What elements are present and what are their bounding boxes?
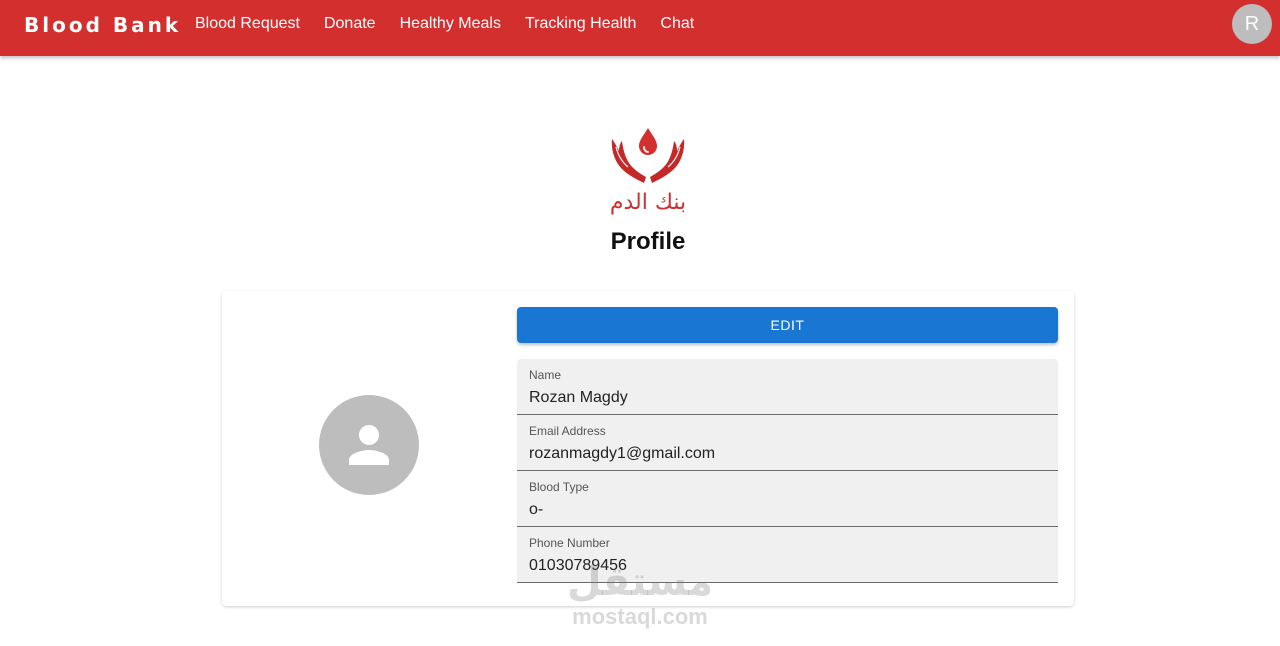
blood-type-field[interactable]: Blood Type o- xyxy=(517,471,1058,527)
nav-blood-request[interactable]: Blood Request xyxy=(195,14,300,34)
field-value: rozanmagdy1@gmail.com xyxy=(529,445,716,462)
field-label: Blood Type xyxy=(529,480,589,494)
email-field[interactable]: Email Address rozanmagdy1@gmail.com xyxy=(517,415,1058,471)
field-label: Name xyxy=(529,368,562,382)
person-icon xyxy=(349,425,389,465)
field-value: o- xyxy=(529,501,544,518)
logo-text: بنك الدم xyxy=(609,190,687,215)
field-value: Rozan Magdy xyxy=(529,389,628,406)
profile-avatar xyxy=(319,395,419,495)
field-label: Phone Number xyxy=(529,536,610,550)
brand-title[interactable]: Blood Bank xyxy=(24,13,181,37)
blood-drop-hands-icon xyxy=(611,128,685,183)
field-label: Email Address xyxy=(529,424,606,438)
field-value: 01030789456 xyxy=(529,557,627,574)
watermark-latin: mostaql.com xyxy=(572,604,708,629)
name-field[interactable]: Name Rozan Magdy xyxy=(517,359,1058,415)
app-bar: Blood Bank Blood Request Donate Healthy … xyxy=(0,0,1280,56)
main-nav: Blood Request Donate Healthy Meals Track… xyxy=(195,14,718,34)
profile-card: EDIT Name Rozan Magdy Email Address roza… xyxy=(222,291,1074,606)
profile-fields: Name Rozan Magdy Email Address rozanmagd… xyxy=(517,359,1058,583)
edit-button[interactable]: EDIT xyxy=(517,307,1058,343)
nav-donate[interactable]: Donate xyxy=(324,14,376,34)
nav-tracking-health[interactable]: Tracking Health xyxy=(525,14,636,34)
nav-healthy-meals[interactable]: Healthy Meals xyxy=(400,14,501,34)
page-title: Profile xyxy=(610,228,686,255)
user-avatar-button[interactable]: R xyxy=(1232,4,1272,44)
phone-number-field[interactable]: Phone Number 01030789456 xyxy=(517,527,1058,583)
nav-chat[interactable]: Chat xyxy=(660,14,694,34)
